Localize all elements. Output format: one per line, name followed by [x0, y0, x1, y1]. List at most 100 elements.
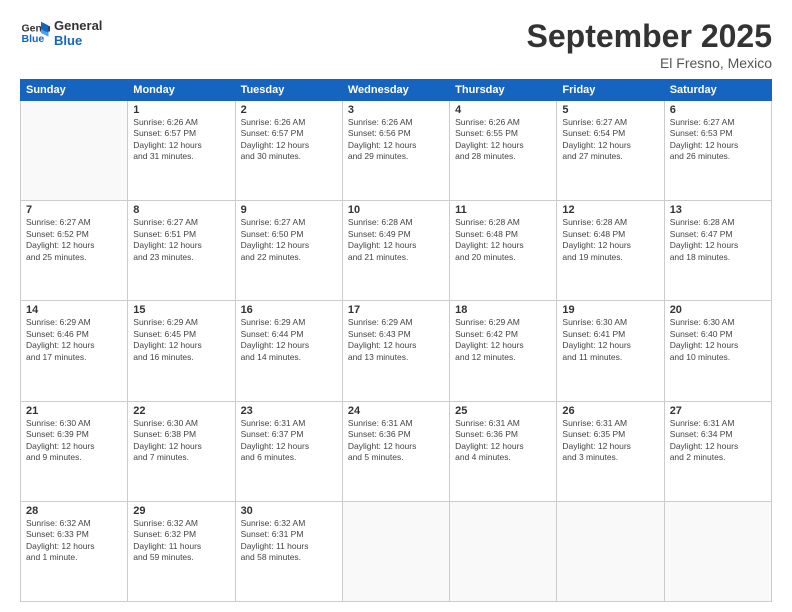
logo-general-text: General — [54, 18, 102, 33]
table-row — [557, 501, 664, 601]
day-info: Sunrise: 6:31 AM Sunset: 6:35 PM Dayligh… — [562, 418, 658, 464]
table-row: 24Sunrise: 6:31 AM Sunset: 6:36 PM Dayli… — [342, 401, 449, 501]
table-row: 7Sunrise: 6:27 AM Sunset: 6:52 PM Daylig… — [21, 201, 128, 301]
table-row — [342, 501, 449, 601]
table-row: 25Sunrise: 6:31 AM Sunset: 6:36 PM Dayli… — [450, 401, 557, 501]
table-row: 9Sunrise: 6:27 AM Sunset: 6:50 PM Daylig… — [235, 201, 342, 301]
day-number: 30 — [241, 505, 337, 517]
day-number: 23 — [241, 405, 337, 417]
table-row: 22Sunrise: 6:30 AM Sunset: 6:38 PM Dayli… — [128, 401, 235, 501]
table-row: 30Sunrise: 6:32 AM Sunset: 6:31 PM Dayli… — [235, 501, 342, 601]
day-info: Sunrise: 6:32 AM Sunset: 6:32 PM Dayligh… — [133, 518, 229, 564]
day-info: Sunrise: 6:29 AM Sunset: 6:44 PM Dayligh… — [241, 317, 337, 363]
week-row-5: 28Sunrise: 6:32 AM Sunset: 6:33 PM Dayli… — [21, 501, 772, 601]
day-info: Sunrise: 6:27 AM Sunset: 6:50 PM Dayligh… — [241, 217, 337, 263]
day-number: 2 — [241, 104, 337, 116]
day-info: Sunrise: 6:27 AM Sunset: 6:52 PM Dayligh… — [26, 217, 122, 263]
col-tuesday: Tuesday — [235, 80, 342, 101]
day-number: 9 — [241, 204, 337, 216]
day-number: 24 — [348, 405, 444, 417]
table-row: 27Sunrise: 6:31 AM Sunset: 6:34 PM Dayli… — [664, 401, 771, 501]
day-number: 18 — [455, 304, 551, 316]
day-number: 6 — [670, 104, 766, 116]
calendar-header-row: Sunday Monday Tuesday Wednesday Thursday… — [21, 80, 772, 101]
svg-text:Blue: Blue — [22, 33, 45, 45]
day-number: 1 — [133, 104, 229, 116]
day-info: Sunrise: 6:31 AM Sunset: 6:34 PM Dayligh… — [670, 418, 766, 464]
table-row: 3Sunrise: 6:26 AM Sunset: 6:56 PM Daylig… — [342, 101, 449, 201]
day-info: Sunrise: 6:26 AM Sunset: 6:57 PM Dayligh… — [133, 117, 229, 163]
week-row-2: 7Sunrise: 6:27 AM Sunset: 6:52 PM Daylig… — [21, 201, 772, 301]
table-row: 10Sunrise: 6:28 AM Sunset: 6:49 PM Dayli… — [342, 201, 449, 301]
day-info: Sunrise: 6:27 AM Sunset: 6:51 PM Dayligh… — [133, 217, 229, 263]
table-row: 29Sunrise: 6:32 AM Sunset: 6:32 PM Dayli… — [128, 501, 235, 601]
col-sunday: Sunday — [21, 80, 128, 101]
day-info: Sunrise: 6:31 AM Sunset: 6:36 PM Dayligh… — [348, 418, 444, 464]
day-info: Sunrise: 6:28 AM Sunset: 6:48 PM Dayligh… — [562, 217, 658, 263]
day-number: 15 — [133, 304, 229, 316]
day-number: 26 — [562, 405, 658, 417]
location: El Fresno, Mexico — [527, 55, 772, 71]
table-row: 13Sunrise: 6:28 AM Sunset: 6:47 PM Dayli… — [664, 201, 771, 301]
table-row: 2Sunrise: 6:26 AM Sunset: 6:57 PM Daylig… — [235, 101, 342, 201]
week-row-4: 21Sunrise: 6:30 AM Sunset: 6:39 PM Dayli… — [21, 401, 772, 501]
logo: General Blue General Blue — [20, 18, 102, 48]
table-row: 19Sunrise: 6:30 AM Sunset: 6:41 PM Dayli… — [557, 301, 664, 401]
day-number: 21 — [26, 405, 122, 417]
calendar-table: Sunday Monday Tuesday Wednesday Thursday… — [20, 79, 772, 602]
day-number: 4 — [455, 104, 551, 116]
day-number: 20 — [670, 304, 766, 316]
day-number: 12 — [562, 204, 658, 216]
week-row-3: 14Sunrise: 6:29 AM Sunset: 6:46 PM Dayli… — [21, 301, 772, 401]
col-wednesday: Wednesday — [342, 80, 449, 101]
table-row: 18Sunrise: 6:29 AM Sunset: 6:42 PM Dayli… — [450, 301, 557, 401]
day-info: Sunrise: 6:29 AM Sunset: 6:45 PM Dayligh… — [133, 317, 229, 363]
day-info: Sunrise: 6:31 AM Sunset: 6:37 PM Dayligh… — [241, 418, 337, 464]
day-number: 5 — [562, 104, 658, 116]
col-friday: Friday — [557, 80, 664, 101]
table-row: 6Sunrise: 6:27 AM Sunset: 6:53 PM Daylig… — [664, 101, 771, 201]
day-number: 22 — [133, 405, 229, 417]
day-info: Sunrise: 6:28 AM Sunset: 6:49 PM Dayligh… — [348, 217, 444, 263]
table-row — [21, 101, 128, 201]
table-row: 4Sunrise: 6:26 AM Sunset: 6:55 PM Daylig… — [450, 101, 557, 201]
day-info: Sunrise: 6:30 AM Sunset: 6:39 PM Dayligh… — [26, 418, 122, 464]
day-info: Sunrise: 6:31 AM Sunset: 6:36 PM Dayligh… — [455, 418, 551, 464]
table-row — [450, 501, 557, 601]
day-number: 27 — [670, 405, 766, 417]
col-thursday: Thursday — [450, 80, 557, 101]
day-number: 10 — [348, 204, 444, 216]
day-info: Sunrise: 6:26 AM Sunset: 6:56 PM Dayligh… — [348, 117, 444, 163]
day-info: Sunrise: 6:30 AM Sunset: 6:41 PM Dayligh… — [562, 317, 658, 363]
table-row: 8Sunrise: 6:27 AM Sunset: 6:51 PM Daylig… — [128, 201, 235, 301]
table-row: 28Sunrise: 6:32 AM Sunset: 6:33 PM Dayli… — [21, 501, 128, 601]
day-info: Sunrise: 6:32 AM Sunset: 6:33 PM Dayligh… — [26, 518, 122, 564]
day-info: Sunrise: 6:29 AM Sunset: 6:42 PM Dayligh… — [455, 317, 551, 363]
day-info: Sunrise: 6:28 AM Sunset: 6:47 PM Dayligh… — [670, 217, 766, 263]
table-row: 26Sunrise: 6:31 AM Sunset: 6:35 PM Dayli… — [557, 401, 664, 501]
header: General Blue General Blue September 2025… — [20, 18, 772, 71]
day-number: 8 — [133, 204, 229, 216]
col-monday: Monday — [128, 80, 235, 101]
day-info: Sunrise: 6:30 AM Sunset: 6:38 PM Dayligh… — [133, 418, 229, 464]
col-saturday: Saturday — [664, 80, 771, 101]
page: General Blue General Blue September 2025… — [0, 0, 792, 612]
table-row: 17Sunrise: 6:29 AM Sunset: 6:43 PM Dayli… — [342, 301, 449, 401]
day-info: Sunrise: 6:32 AM Sunset: 6:31 PM Dayligh… — [241, 518, 337, 564]
table-row: 5Sunrise: 6:27 AM Sunset: 6:54 PM Daylig… — [557, 101, 664, 201]
logo-blue-text: Blue — [54, 33, 102, 48]
day-info: Sunrise: 6:29 AM Sunset: 6:46 PM Dayligh… — [26, 317, 122, 363]
day-number: 29 — [133, 505, 229, 517]
day-info: Sunrise: 6:28 AM Sunset: 6:48 PM Dayligh… — [455, 217, 551, 263]
month-year: September 2025 — [527, 18, 772, 55]
week-row-1: 1Sunrise: 6:26 AM Sunset: 6:57 PM Daylig… — [21, 101, 772, 201]
day-info: Sunrise: 6:26 AM Sunset: 6:55 PM Dayligh… — [455, 117, 551, 163]
title-block: September 2025 El Fresno, Mexico — [527, 18, 772, 71]
table-row: 21Sunrise: 6:30 AM Sunset: 6:39 PM Dayli… — [21, 401, 128, 501]
day-number: 16 — [241, 304, 337, 316]
logo-icon: General Blue — [20, 18, 50, 48]
table-row — [664, 501, 771, 601]
day-number: 19 — [562, 304, 658, 316]
day-number: 25 — [455, 405, 551, 417]
day-info: Sunrise: 6:29 AM Sunset: 6:43 PM Dayligh… — [348, 317, 444, 363]
